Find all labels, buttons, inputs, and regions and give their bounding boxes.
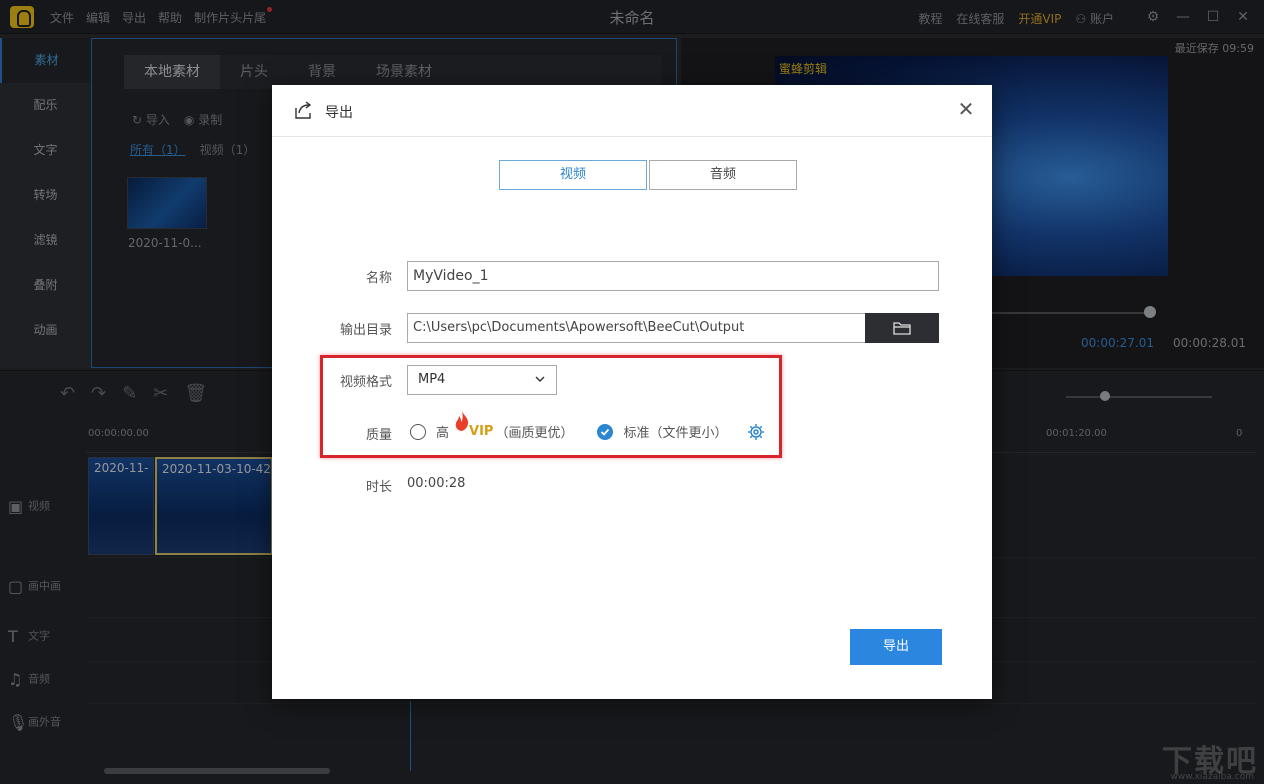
- quality-high-radio[interactable]: [410, 423, 426, 440]
- name-input[interactable]: MyVideo_1: [407, 261, 939, 291]
- browse-folder-button[interactable]: [865, 313, 939, 343]
- close-icon[interactable]: ✕: [956, 99, 976, 119]
- quality-standard-radio[interactable]: [597, 423, 614, 440]
- format-select[interactable]: MP4: [407, 365, 557, 395]
- export-button[interactable]: 导出: [850, 629, 942, 665]
- flame-icon: [455, 411, 469, 431]
- check-icon: [601, 428, 610, 436]
- quality-options: 高 VIP （画质更优） 标准（文件更小）: [410, 411, 765, 441]
- vip-label: VIP: [469, 424, 494, 439]
- format-value: MP4: [418, 372, 446, 387]
- duration-label: 时长: [365, 480, 392, 495]
- folder-icon: [893, 322, 911, 335]
- duration-value: 00:00:28: [407, 476, 466, 491]
- export-dialog: 导出 ✕ 视频 音频 名称 MyVideo_1 输出目录 C:\Users\pc…: [272, 85, 992, 699]
- format-label: 视频格式: [339, 375, 392, 390]
- output-dir-label: 输出目录: [339, 323, 392, 338]
- quality-settings-icon[interactable]: [747, 423, 765, 441]
- quality-high-desc: （画质更优）: [495, 426, 574, 441]
- name-label: 名称: [365, 271, 392, 286]
- quality-standard-label: 标准（文件更小）: [623, 426, 728, 441]
- output-dir-input[interactable]: C:\Users\pc\Documents\Apowersoft\BeeCut\…: [407, 313, 866, 343]
- tab-audio[interactable]: 音频: [649, 160, 797, 190]
- quality-high-label: 高: [436, 426, 450, 441]
- dialog-header: 导出 ✕: [272, 85, 992, 137]
- chevron-down-icon: [535, 376, 545, 382]
- export-type-tabs: 视频 音频: [499, 160, 797, 190]
- export-icon: [295, 101, 312, 119]
- quality-label: 质量: [365, 428, 392, 443]
- tab-video[interactable]: 视频: [499, 160, 647, 190]
- dialog-title: 导出: [325, 105, 353, 121]
- vip-badge: VIP: [455, 411, 494, 439]
